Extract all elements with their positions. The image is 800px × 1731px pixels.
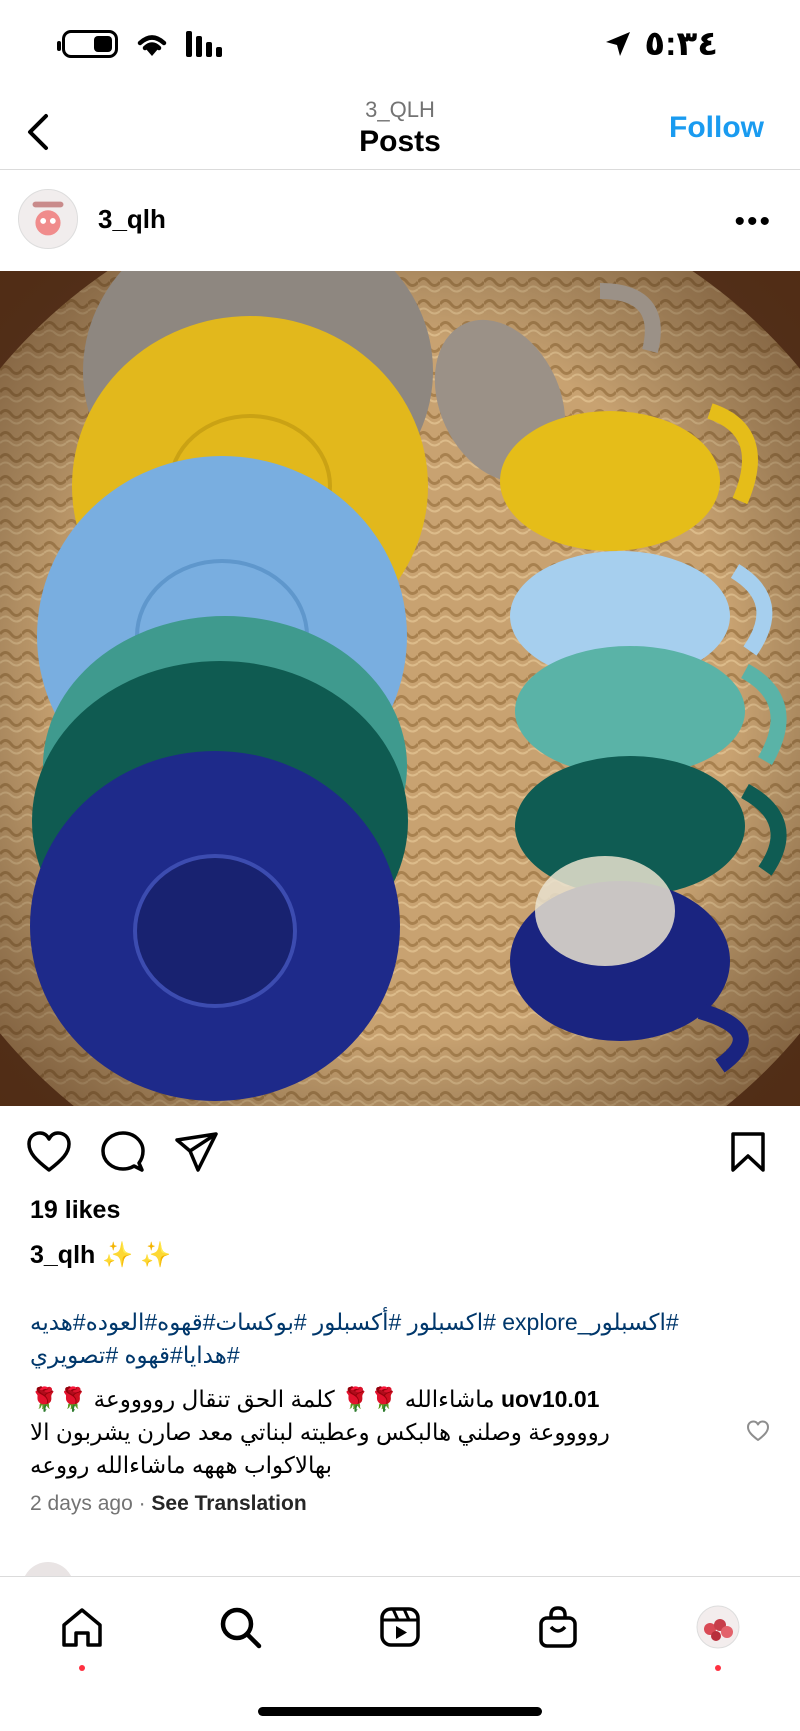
see-translation-link[interactable]: See Translation — [151, 1492, 306, 1515]
save-button[interactable] — [728, 1130, 768, 1179]
share-button[interactable] — [174, 1130, 220, 1179]
tab-home[interactable] — [52, 1597, 112, 1671]
tab-profile[interactable] — [688, 1597, 748, 1671]
more-options-button[interactable]: ••• — [734, 205, 772, 239]
caption: 3_qlh ✨ ✨ — [30, 1241, 171, 1270]
profile-notification-dot — [715, 1665, 721, 1671]
caption-username[interactable]: 3_qlh — [30, 1241, 95, 1269]
signal-icon — [186, 31, 222, 57]
send-icon — [175, 1132, 218, 1172]
nav-header: 3_QLH Posts Follow — [0, 95, 800, 170]
bookmark-icon — [731, 1132, 765, 1172]
status-time: ٥:٣٤ — [644, 25, 718, 63]
tab-shop[interactable] — [528, 1597, 588, 1657]
post-header: 3_qlh ••• — [0, 171, 800, 271]
heart-small-icon — [747, 1420, 769, 1441]
shop-icon — [539, 1606, 577, 1648]
status-icons — [57, 30, 226, 58]
post-photo — [0, 271, 800, 1106]
meta-separator: · — [138, 1492, 152, 1515]
battery-icon — [57, 30, 118, 58]
location-arrow-icon — [606, 32, 631, 56]
search-icon — [220, 1607, 262, 1649]
time-ago: 2 days ago — [30, 1492, 133, 1515]
heart-icon — [27, 1131, 71, 1172]
profile-avatar — [696, 1605, 740, 1649]
likes-count[interactable]: 19 likes — [30, 1196, 120, 1225]
post-actions — [0, 1126, 800, 1182]
tab-search[interactable] — [210, 1597, 270, 1657]
post-image[interactable] — [0, 271, 800, 1106]
like-button[interactable] — [26, 1130, 72, 1179]
caption-text: ✨ ✨ — [95, 1241, 172, 1269]
next-post-avatar — [22, 1562, 74, 1576]
home-indicator — [258, 1707, 542, 1716]
follow-button[interactable]: Follow — [669, 111, 764, 145]
comment: uov10.01 ماشاءالله 🌹🌹 كلمة الحق تنقال رو… — [30, 1383, 680, 1482]
comment-like-button[interactable] — [746, 1420, 770, 1447]
avatar-image — [19, 190, 77, 248]
bottom-nav — [0, 1576, 800, 1731]
comment-meta: 2 days ago · See Translation — [30, 1492, 307, 1516]
status-time-group: ٥:٣٤ — [604, 24, 718, 64]
status-bar: ٥:٣٤ — [0, 0, 800, 95]
tab-reels[interactable] — [370, 1597, 430, 1657]
comment-username[interactable]: uov10.01 — [501, 1386, 599, 1412]
post-username[interactable]: 3_qlh — [98, 204, 166, 235]
home-notification-dot — [79, 1665, 85, 1671]
hashtags[interactable]: #اكسبلور_explore #اكسبلور #أكسبلور #بوكس… — [30, 1306, 750, 1372]
comment-button[interactable] — [100, 1130, 146, 1179]
reels-icon — [380, 1607, 420, 1647]
avatar[interactable] — [18, 189, 78, 249]
wifi-icon — [137, 35, 167, 56]
comment-icon — [101, 1131, 145, 1172]
home-icon — [62, 1608, 102, 1647]
